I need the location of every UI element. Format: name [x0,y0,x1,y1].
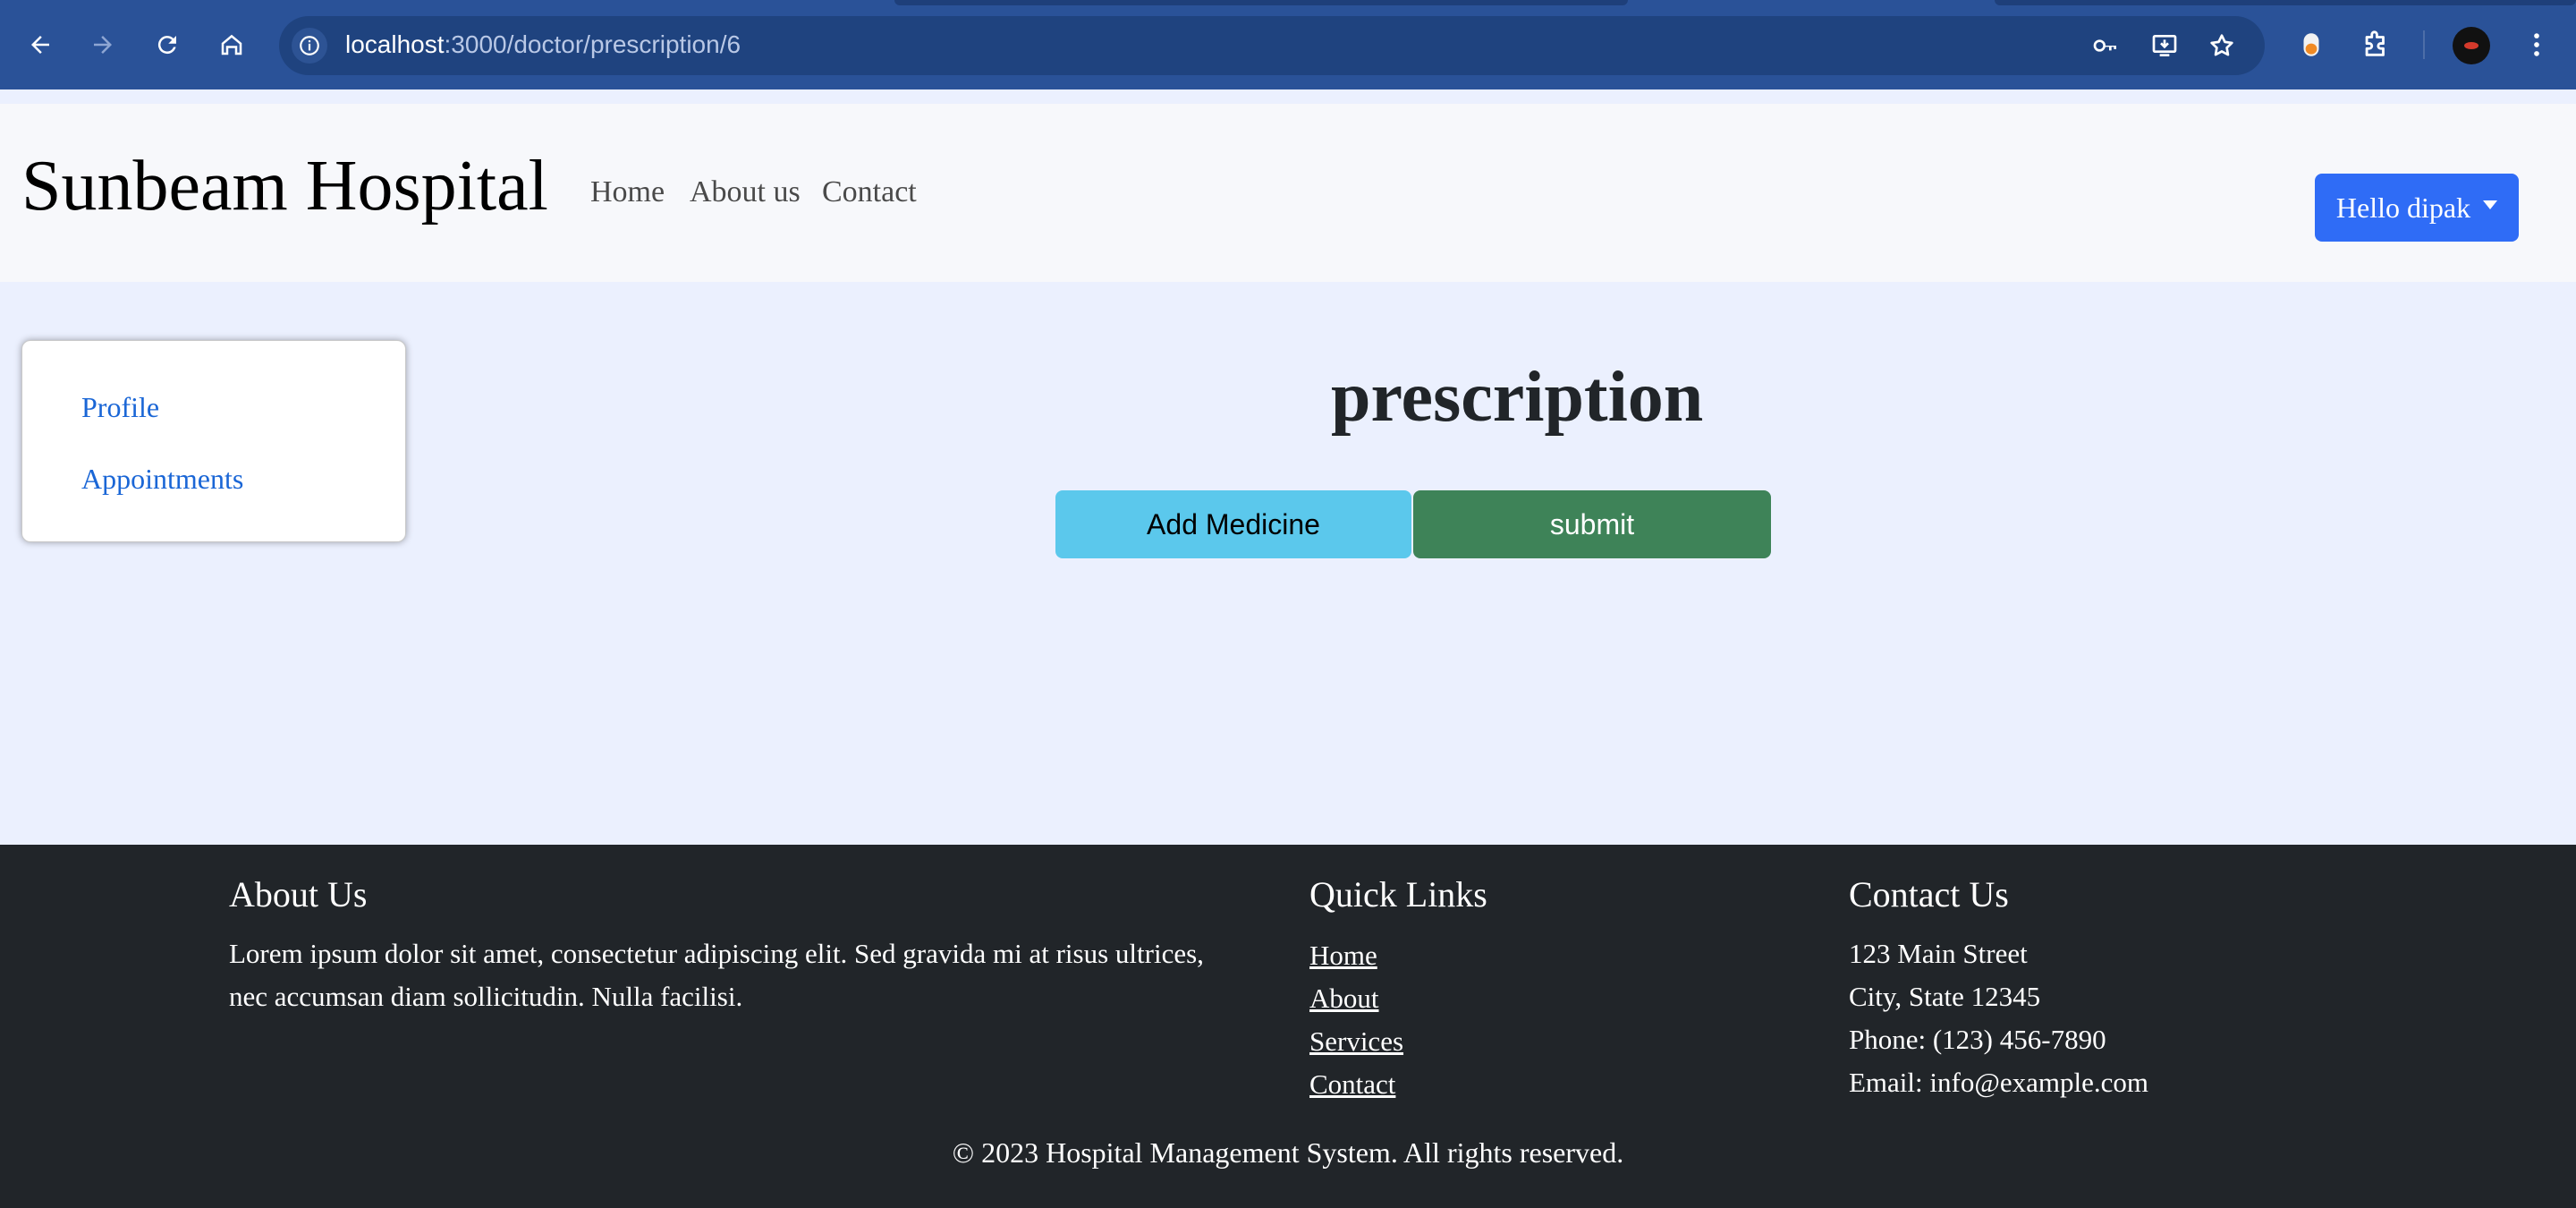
install-app-icon[interactable] [2148,30,2181,62]
url-host: localhost [345,30,445,58]
tab-background[interactable] [1995,0,2576,5]
add-medicine-button[interactable]: Add Medicine [1055,490,1411,558]
star-icon[interactable] [2206,30,2238,62]
home-icon[interactable] [211,24,252,65]
back-arrow-icon[interactable] [20,24,61,65]
kebab-menu-icon[interactable] [2519,27,2555,63]
toolbar-divider [2423,30,2425,59]
footer-about-heading: About Us [229,874,368,915]
footer-link-contact[interactable]: Contact [1309,1070,1395,1098]
info-icon[interactable] [292,28,327,64]
forward-arrow-icon[interactable] [82,24,123,65]
footer-quick-links-heading: Quick Links [1309,874,1487,915]
nav-link-about[interactable]: About us [690,177,801,208]
reload-icon[interactable] [147,24,188,65]
url-path: :3000/doctor/prescription/6 [444,30,741,58]
navbar: Sunbeam Hospital Home About us Contact H… [0,104,2576,282]
footer-link-about[interactable]: About [1309,984,1379,1012]
footer-contact-street: 123 Main Street [1849,938,2028,969]
url-text[interactable]: localhost:3000/doctor/prescription/6 [345,30,741,59]
browser-toolbar: localhost:3000/doctor/prescription/6 [0,0,2576,89]
footer-link-home[interactable]: Home [1309,941,1377,969]
app-header: Sunbeam Hospital Home About us Contact H… [0,89,2576,282]
nav-link-contact[interactable]: Contact [822,177,917,208]
copyright-text: © 2023 Hospital Management System. All r… [952,1136,1624,1169]
brand-title[interactable]: Sunbeam Hospital [21,150,548,222]
tab-strip [0,0,2576,5]
extension-app-icon[interactable] [2293,27,2329,63]
tab-background[interactable] [894,0,1628,5]
footer-contact-phone: Phone: (123) 456-7890 [1849,1024,2106,1055]
sidebar-item-profile[interactable]: Profile [81,393,159,421]
footer-link-services[interactable]: Services [1309,1027,1403,1055]
user-dropdown-button[interactable]: Hello dipak [2315,174,2519,242]
page-title: prescription [1331,358,1704,437]
footer: About Us Lorem ipsum dolor sit amet, con… [0,845,2576,1208]
footer-contact-heading: Contact Us [1849,874,2009,915]
address-bar[interactable]: localhost:3000/doctor/prescription/6 [279,16,2265,75]
footer-contact-city: City, State 12345 [1849,981,2041,1012]
footer-about-line: nec accumsan diam sollicitudin. Nulla fa… [229,981,743,1012]
sidebar-item-appointments[interactable]: Appointments [81,464,243,493]
user-dropdown-label: Hello dipak [2335,191,2471,224]
key-icon[interactable] [2089,30,2122,62]
puzzle-icon[interactable] [2358,27,2394,63]
footer-about-line: Lorem ipsum dolor sit amet, consectetur … [229,938,1204,969]
submit-button[interactable]: submit [1413,490,1771,558]
footer-contact-email: Email: info@example.com [1849,1067,2149,1098]
caret-down-icon [2483,200,2498,209]
sidebar: Profile Appointments [21,340,406,542]
avatar[interactable] [2453,27,2490,64]
nav-link-home[interactable]: Home [590,177,665,208]
